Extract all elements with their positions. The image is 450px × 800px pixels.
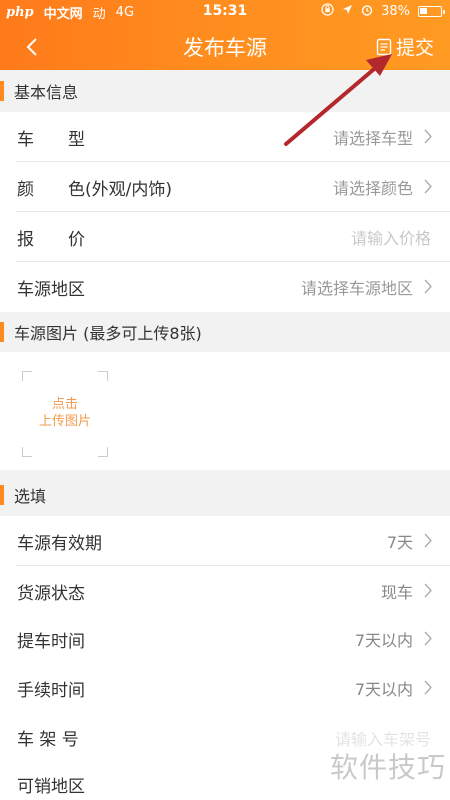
region-row[interactable]: 车源地区 请选择车源地区 [0,262,450,312]
row-label: 车源地区 [17,279,85,300]
alarm-icon [361,4,373,20]
battery-percent: 38% [381,4,410,19]
paperwork-time-value: 7天以内 [354,680,413,699]
section-basic-info: 基本信息 [0,70,450,112]
color-placeholder: 请选择颜色 [332,179,413,198]
row-label: 提车时间 [17,631,85,652]
corner-mark [98,447,108,457]
pickup-time-value: 7天以内 [354,631,413,650]
upload-line-1: 点击 [51,397,78,412]
watermark: 软件技巧 [329,751,446,784]
chevron-right-icon [424,533,432,548]
region-placeholder: 请选择车源地区 [300,279,413,298]
section-title: 车源图片 (最多可上传8张) [14,324,202,343]
chevron-right-icon [424,279,432,294]
row-label: 车 型 [17,129,85,150]
section-optional: 选填 [0,474,450,516]
upload-line-2: 上传图片 [38,414,91,429]
row-label: 可销地区 [17,777,85,797]
pickup-time-row[interactable]: 提车时间 7天以内 [0,614,450,664]
car-model-placeholder: 请选择车型 [332,129,413,148]
paperwork-time-row[interactable]: 手续时间 7天以内 [0,663,450,713]
document-icon [376,38,392,55]
row-label: 货源状态 [17,583,85,604]
chevron-right-icon [424,631,432,646]
photo-upload-area: 点击 上传图片 [0,352,450,470]
row-label: 颜 色(外观/内饰) [17,179,172,200]
corner-mark [22,447,32,457]
orientation-lock-icon [321,3,334,20]
color-row[interactable]: 颜 色(外观/内饰) 请选择颜色 [0,162,450,212]
chevron-right-icon [424,129,432,144]
section-title: 基本信息 [14,83,79,102]
status-bar: php 中文网 动 4G 15:31 38% [0,0,450,24]
section-photos: 车源图片 (最多可上传8张) [0,312,450,352]
row-label: 报 价 [17,229,85,250]
car-model-row[interactable]: 车 型 请选择车型 [0,112,450,162]
validity-value: 7天 [386,533,413,552]
corner-mark [98,371,108,381]
chevron-right-icon [424,179,432,194]
location-icon [342,4,353,19]
top-bar: php 中文网 动 4G 15:31 38% 发布车源 提交 [0,0,450,70]
chevron-right-icon [424,583,432,598]
row-label: 手续时间 [17,680,85,701]
corner-mark [22,371,32,381]
chevron-right-icon [424,680,432,695]
submit-button[interactable]: 提交 [376,33,434,60]
validity-row[interactable]: 车源有效期 7天 [0,516,450,566]
price-row[interactable]: 报 价 请输入价格 [0,212,450,262]
stock-status-value: 现车 [380,583,413,602]
stock-status-row[interactable]: 货源状态 现车 [0,566,450,616]
row-label: 车 架 号 [17,729,79,750]
section-accent-bar [0,322,4,342]
submit-label: 提交 [395,37,434,59]
section-accent-bar [0,485,4,505]
row-label: 车源有效期 [17,533,102,554]
upload-image-button[interactable]: 点击 上传图片 [22,371,108,457]
battery-icon [418,6,445,17]
nav-bar: 发布车源 提交 [0,24,450,70]
price-input[interactable]: 请输入价格 [351,225,431,249]
section-title: 选填 [14,487,47,506]
section-accent-bar [0,81,4,101]
